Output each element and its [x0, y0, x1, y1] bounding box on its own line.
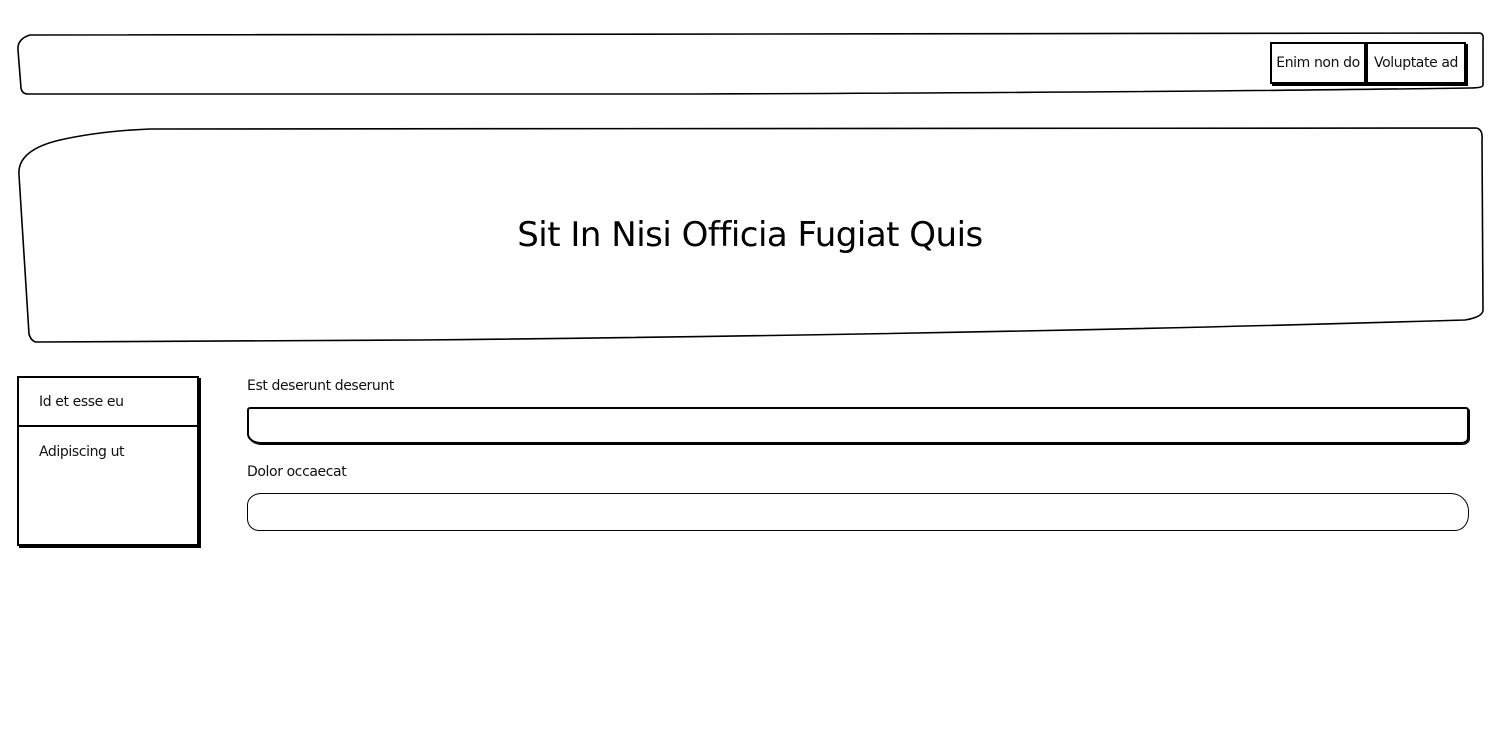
hero-title: Sit In Nisi Officia Fugiat Quis — [517, 215, 983, 255]
text-input-dolor-occaecat[interactable] — [247, 494, 1469, 530]
top-header-bar: Enim non do Voluptate ad — [17, 33, 1483, 95]
side-menu: Id et esse eu Adipiscing ut — [17, 376, 199, 546]
sketch-outlines — [17, 32, 1484, 343]
header-button-voluptate-ad[interactable]: Voluptate ad — [1366, 42, 1466, 84]
side-menu-item-label: Id et esse eu — [39, 393, 124, 410]
header-actions: Enim non do Voluptate ad — [1270, 42, 1466, 84]
field-label-dolor-occaecat: Dolor occaecat — [247, 464, 347, 480]
hero-banner: Sit In Nisi Officia Fugiat Quis — [17, 128, 1483, 342]
field-label-est-deserunt-deserunt: Est deserunt deserunt — [247, 378, 394, 394]
side-menu-item-label: Adipiscing ut — [39, 443, 125, 460]
side-menu-item-id-et-esse-eu[interactable]: Id et esse eu — [19, 378, 197, 427]
header-button-enim-non-do[interactable]: Enim non do — [1270, 42, 1366, 84]
side-menu-item-adipiscing-ut[interactable]: Adipiscing ut — [19, 427, 197, 476]
text-input-est-deserunt-deserunt[interactable] — [247, 407, 1469, 443]
